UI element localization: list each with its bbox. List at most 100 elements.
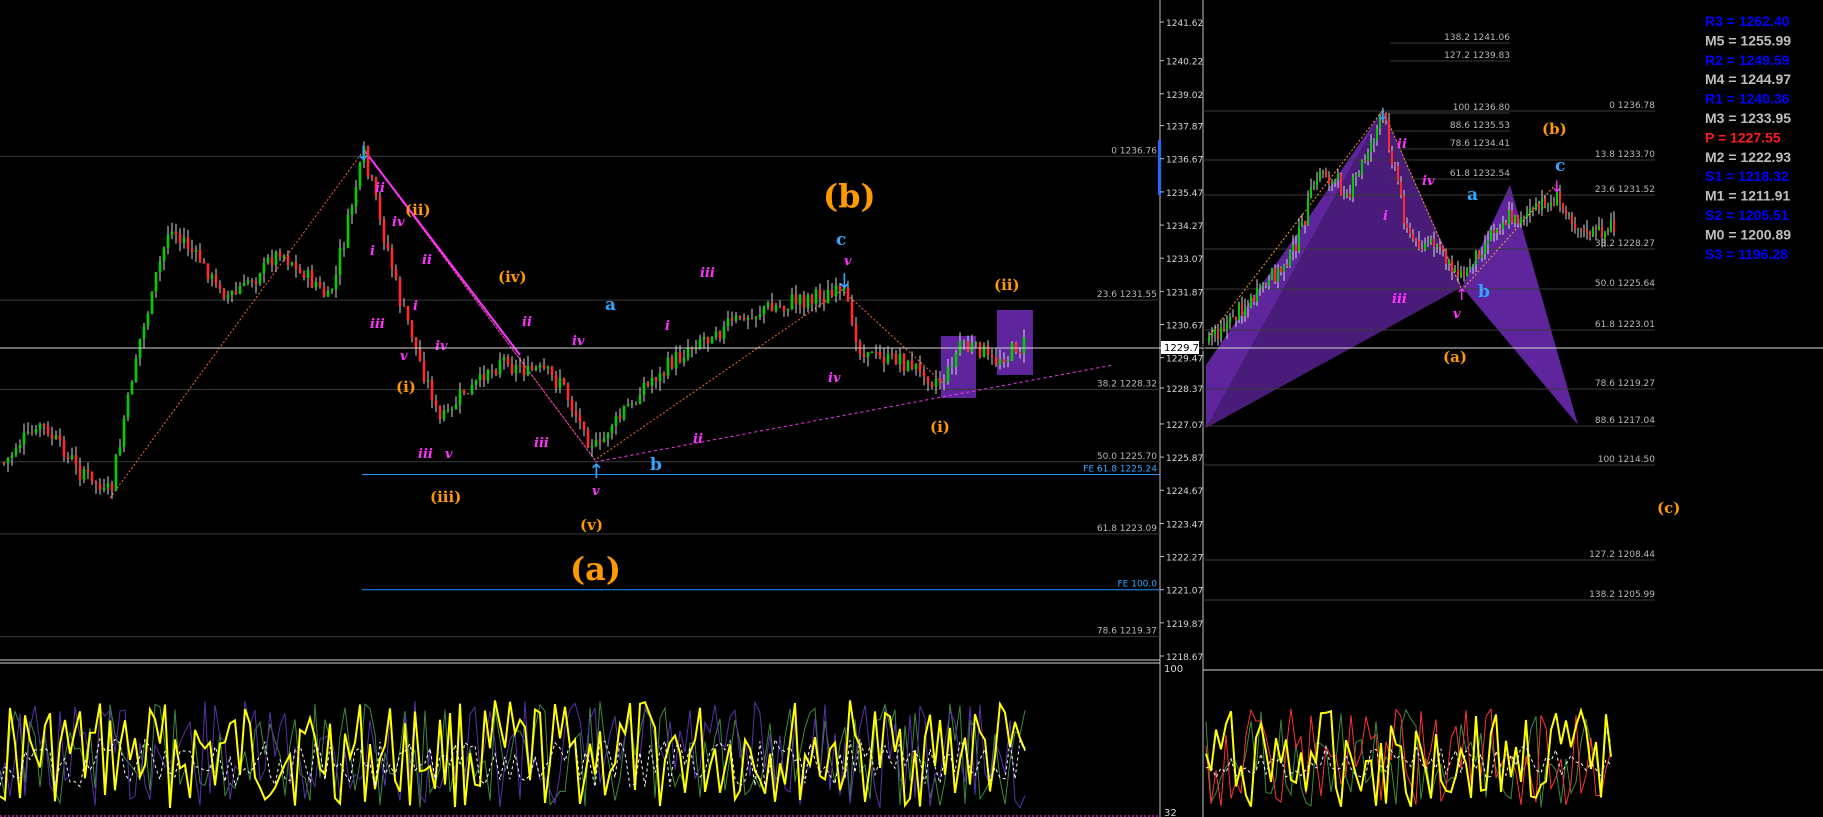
candle-up: [1343, 195, 1345, 197]
candle-down: [254, 281, 258, 284]
candle-up: [1214, 329, 1216, 335]
candle-up: [746, 317, 750, 320]
candle-down: [218, 283, 222, 289]
price-tick-label: 1241.62: [1166, 19, 1203, 29]
candle-up: [594, 440, 598, 446]
candle-down: [1553, 202, 1555, 206]
candle-up: [1301, 220, 1303, 227]
candle-down: [926, 376, 930, 383]
fib-label-right: 61.8 1223.01: [1595, 320, 1655, 330]
candle-down: [918, 363, 922, 372]
candle-up: [534, 367, 538, 370]
wave-label-orange: (b): [823, 177, 876, 215]
candle-down: [222, 288, 226, 299]
wave-label-magenta: v: [400, 349, 408, 364]
candle-up: [642, 382, 646, 396]
candle-up: [1598, 226, 1600, 231]
wave-label-cyan: b: [650, 455, 662, 475]
wave-label-magenta: ii: [1397, 137, 1407, 152]
fib-label: 23.6 1231.55: [1097, 290, 1157, 300]
candle-down: [402, 305, 406, 307]
candle-up: [1484, 244, 1486, 255]
candle-down: [706, 336, 710, 344]
candle-down: [178, 234, 182, 244]
candle-up: [1367, 151, 1369, 161]
price-tick-label: 1235.47: [1166, 189, 1203, 199]
candle-down: [90, 471, 94, 482]
candle-up: [194, 249, 198, 252]
candle-up: [1472, 264, 1474, 267]
candle-up: [1292, 244, 1294, 251]
candle-up: [998, 359, 1002, 365]
candle-up: [354, 186, 358, 207]
candle-up: [702, 336, 706, 340]
candle-down: [58, 435, 62, 441]
candle-down: [302, 272, 306, 278]
wave-label-magenta: v: [445, 447, 453, 462]
candle-down: [250, 280, 254, 282]
candle-up: [150, 291, 154, 314]
candle-down: [2, 462, 6, 464]
candle-up: [614, 416, 618, 426]
candle-down: [618, 416, 622, 420]
candle-up: [866, 352, 870, 358]
candle-up: [954, 353, 958, 367]
candle-down: [50, 434, 54, 439]
candle-down: [938, 378, 942, 383]
candle-up: [602, 438, 606, 442]
candle-up: [798, 294, 802, 305]
candle-down: [1511, 210, 1513, 223]
candle-down: [1445, 250, 1447, 264]
candle-up: [1454, 268, 1456, 273]
candle-down: [1002, 359, 1006, 363]
candle-up: [758, 314, 762, 317]
candle-up: [6, 457, 10, 464]
candle-down: [1601, 226, 1603, 238]
candle-up: [258, 273, 262, 284]
candle-up: [458, 389, 462, 405]
candle-up: [1358, 174, 1360, 176]
candle-up: [106, 483, 110, 488]
candle-down: [1406, 223, 1408, 228]
candle-up: [290, 262, 294, 265]
candle-up: [546, 366, 550, 369]
wave-label-cyan: c: [836, 230, 846, 250]
candle-up: [154, 272, 158, 292]
candle-up: [274, 251, 278, 266]
candle-up: [266, 257, 270, 264]
candle-down: [1499, 229, 1501, 231]
candle-down: [1280, 267, 1282, 273]
candle-up: [1283, 264, 1285, 273]
candle-up: [914, 363, 918, 369]
candle-up: [950, 366, 954, 368]
pivot-level: M0 = 1200.89: [1705, 226, 1791, 242]
candle-up: [426, 380, 430, 382]
price-tick-label: 1230.67: [1166, 321, 1203, 331]
wave-label-orange: (ii): [994, 276, 1020, 294]
candle-up: [1490, 229, 1492, 241]
candle-down: [1388, 120, 1390, 151]
candle-down: [438, 406, 442, 420]
candle-up: [982, 345, 986, 357]
fib-label-right: 138.2 1241.06: [1444, 33, 1510, 43]
candle-down: [1349, 193, 1351, 198]
wave-label-magenta: i: [1383, 209, 1388, 224]
candle-up: [1337, 173, 1339, 180]
candle-up: [1424, 243, 1426, 250]
candle-down: [902, 353, 906, 372]
candle-up: [246, 280, 250, 284]
candle-down: [1325, 170, 1327, 178]
candle-down: [510, 363, 514, 374]
price-tick-label: 1228.37: [1166, 385, 1203, 395]
candle-down: [586, 429, 590, 448]
candle-down: [1286, 264, 1288, 267]
candle-down: [74, 455, 78, 465]
candle-up: [766, 302, 770, 307]
candle-down: [322, 286, 326, 297]
wave-label-magenta: i: [665, 319, 670, 334]
candle-down: [294, 262, 298, 269]
price-tick-label: 1240.22: [1166, 58, 1203, 68]
trading-chart-root: 0 1236.76 23.6 1231.55 38.2 1228.32 50.0 12…: [0, 0, 1823, 817]
candle-up: [1208, 336, 1210, 342]
candle-up: [590, 445, 594, 448]
